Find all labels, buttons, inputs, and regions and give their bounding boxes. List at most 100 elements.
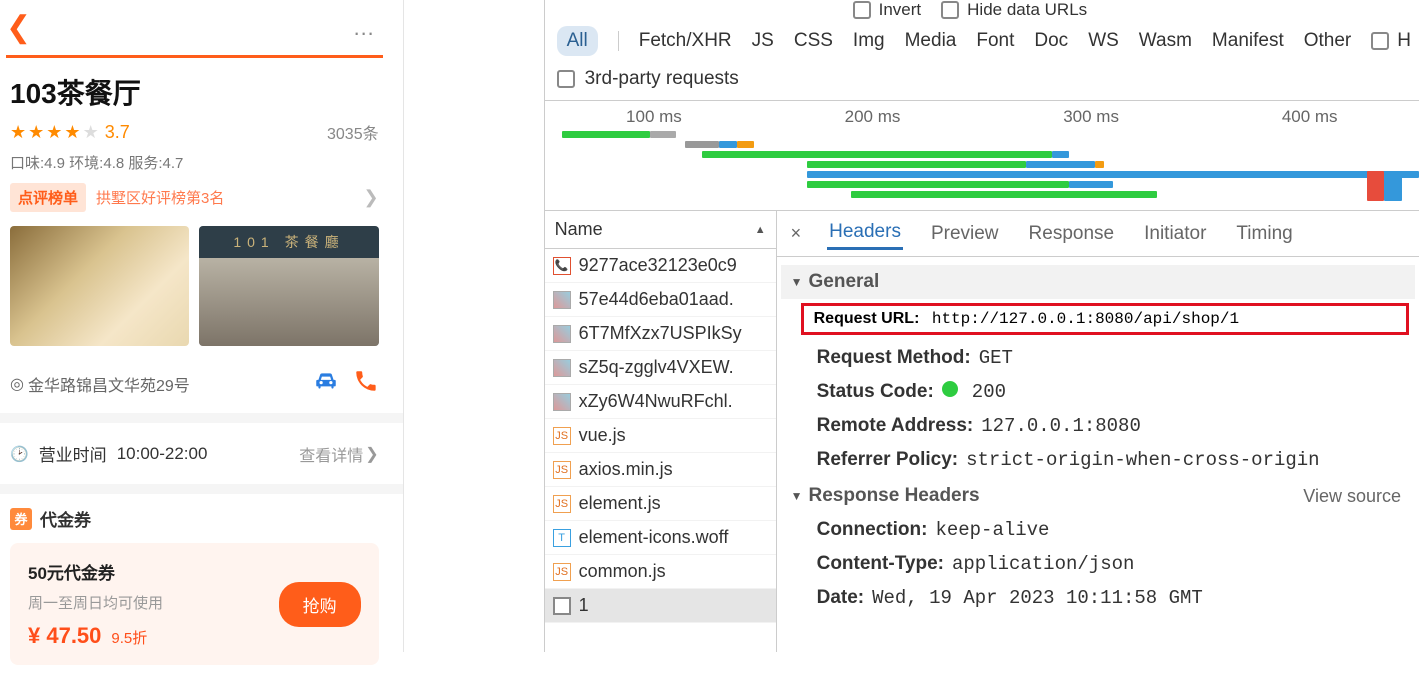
filter-wasm[interactable]: Wasm [1139,30,1192,52]
hours-row[interactable]: 🕑 营业时间 10:00-22:00 查看详情 ❯ [6,423,383,484]
hide-data-urls-checkbox[interactable]: Hide data URLs [941,0,1087,20]
star-icon: ★ [83,122,99,143]
address[interactable]: ◎ 金华路锦昌文华苑29号 [10,372,190,396]
img-file-icon [553,325,571,343]
voucher-card[interactable]: 50元代金券 周一至周日均可使用 ¥ 47.50 9.5折 抢购 [10,543,379,665]
photo-strip[interactable]: 101 茶餐廳 [6,222,383,350]
network-request-row[interactable]: JSelement.js [545,487,776,521]
network-request-row[interactable]: JSvue.js [545,419,776,453]
checkbox-icon [941,1,959,19]
tab-initiator[interactable]: Initiator [1142,219,1208,249]
status-dot-icon [942,381,958,397]
network-request-row[interactable]: JS common.js [545,555,776,589]
filter-doc[interactable]: Doc [1034,30,1068,52]
filter-fetchxhr[interactable]: Fetch/XHR [639,30,732,52]
mobile-panel: ❮ … 103茶餐厅 ★ ★ ★ ★ ★ 3.7 3035条 口味:4.9 环境… [0,0,404,652]
network-request-row[interactable]: xZy6W4NwuRFchl. [545,385,776,419]
network-timeline[interactable]: 100 ms 200 ms 300 ms 400 ms [545,101,1419,211]
js-file-icon: JS [553,495,571,513]
voucher-item-title: 50元代金券 [28,559,279,584]
timeline-tick: 400 ms [1200,107,1419,127]
back-icon[interactable]: ❮ [6,10,31,45]
js-file-icon: JS [553,461,571,479]
status-code-value: 200 [972,381,1006,403]
detail-pane: × Headers Preview Response Initiator Tim… [777,211,1419,652]
invert-checkbox[interactable]: Invert [853,0,922,20]
request-name: 1 [579,595,589,616]
request-type-filter: All Fetch/XHR JS CSS Img Media Font Doc … [553,22,1411,60]
tab-preview[interactable]: Preview [929,219,1001,249]
pin-icon: ◎ [10,374,24,394]
rating-value: 3.7 [105,122,130,143]
shop-photo[interactable]: 101 茶餐廳 [199,226,378,346]
voucher-title: 代金券 [40,506,91,531]
more-icon[interactable]: … [353,15,377,41]
close-icon[interactable]: × [791,223,802,244]
content-type-value: application/json [952,553,1134,575]
general-section[interactable]: ▼ General [781,265,1415,299]
network-list-header[interactable]: Name ▲ [545,211,776,249]
filter-all[interactable]: All [557,26,598,56]
detail-link[interactable]: 查看详情 ❯ [299,442,378,466]
request-name: vue.js [579,425,626,446]
shop-photo[interactable] [10,226,189,346]
voucher-price: ¥ 47.50 [28,623,101,649]
response-headers-section[interactable]: ▼Response Headers [791,485,980,507]
storefront-sign: 101 茶餐廳 [199,226,378,258]
filter-ws[interactable]: WS [1088,30,1119,52]
js-file-icon: JS [553,563,571,581]
network-request-row[interactable]: 1 [545,589,776,623]
request-url-highlight: Request URL: http://127.0.0.1:8080/api/s… [801,303,1409,335]
network-request-row[interactable]: sZ5q-zgglv4VXEW. [545,351,776,385]
network-request-row[interactable]: 57e44d6eba01aad. [545,283,776,317]
rating-stars: ★ ★ ★ ★ ★ 3.7 [10,122,130,143]
connection-label: Connection: [817,519,928,541]
checkbox-icon [853,1,871,19]
voucher-item-subtitle: 周一至周日均可使用 [28,592,279,613]
request-url-value: http://127.0.0.1:8080/api/shop/1 [932,310,1239,328]
disclosure-icon: ▼ [791,275,803,289]
star-icon: ★ [10,122,26,143]
accent-underline [6,55,383,58]
network-request-row[interactable]: JSaxios.min.js [545,453,776,487]
filter-media[interactable]: Media [905,30,957,52]
filter-js[interactable]: JS [752,30,774,52]
timeline-tick: 100 ms [545,107,764,127]
request-name: xZy6W4NwuRFchl. [579,391,733,412]
img-file-icon [553,393,571,411]
rank-row[interactable]: 点评榜单 拱墅区好评榜第3名 ❯ [6,179,383,222]
network-request-row[interactable]: 📞9277ace32123e0c9 [545,249,776,283]
request-url-label: Request URL: [814,310,920,327]
network-list: Name ▲ 📞9277ace32123e0c957e44d6eba01aad.… [545,211,777,652]
has-blocked-checkbox[interactable]: H [1371,30,1411,52]
section-divider [0,413,403,423]
devtools-panel: Invert Hide data URLs All Fetch/XHR JS C… [544,0,1419,652]
filter-css[interactable]: CSS [794,30,833,52]
font-file-icon: T [553,529,571,547]
tab-headers[interactable]: Headers [827,217,903,250]
referrer-policy-label: Referrer Policy: [817,449,959,471]
third-party-checkbox[interactable]: 3rd-party requests [557,68,739,90]
request-name: common.js [579,561,666,582]
view-source-link[interactable]: View source [1303,486,1401,507]
sort-icon: ▲ [755,224,766,236]
car-icon[interactable] [313,368,339,399]
star-icon: ★ [46,122,62,143]
filter-font[interactable]: Font [976,30,1014,52]
request-name: 9277ace32123e0c9 [579,255,737,276]
request-name: 6T7MfXzx7USPIkSy [579,323,742,344]
filter-other[interactable]: Other [1304,30,1352,52]
remote-address-value: 127.0.0.1:8080 [981,415,1141,437]
filter-manifest[interactable]: Manifest [1212,30,1284,52]
tab-response[interactable]: Response [1027,219,1117,249]
network-request-row[interactable]: 6T7MfXzx7USPIkSy [545,317,776,351]
network-request-row[interactable]: Telement-icons.woff [545,521,776,555]
filter-img[interactable]: Img [853,30,885,52]
tab-timing[interactable]: Timing [1234,219,1294,249]
phone-icon[interactable] [353,368,379,399]
voucher-header: 券 代金券 [10,506,379,531]
buy-button[interactable]: 抢购 [279,582,361,627]
shop-name: 103茶餐厅 [6,72,383,112]
chevron-right-icon: ❯ [364,187,379,208]
chevron-right-icon: ❯ [365,444,378,464]
